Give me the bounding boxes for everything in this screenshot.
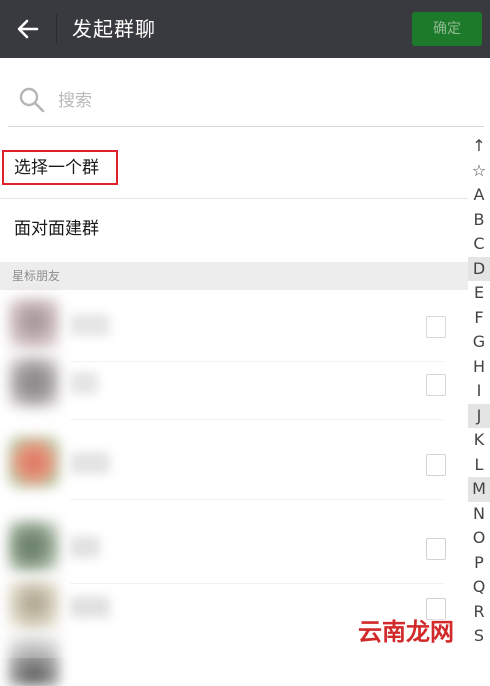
index-item-p[interactable]: P bbox=[468, 551, 490, 576]
select-group-option[interactable]: 选择一个群 bbox=[0, 138, 468, 199]
section-header-starred: 星标朋友 bbox=[0, 262, 468, 290]
avatar bbox=[8, 356, 60, 408]
watermark: 云南龙网 bbox=[358, 618, 454, 646]
index-item-l[interactable]: L bbox=[468, 453, 490, 478]
index-item-b[interactable]: B bbox=[468, 208, 490, 233]
face-to-face-label: 面对面建群 bbox=[14, 219, 99, 239]
index-item-r[interactable]: R bbox=[468, 600, 490, 625]
index-item-o[interactable]: O bbox=[468, 526, 490, 551]
select-checkbox[interactable] bbox=[426, 538, 446, 560]
index-item-e[interactable]: E bbox=[468, 281, 490, 306]
avatar bbox=[8, 298, 60, 350]
contact-row[interactable] bbox=[0, 348, 446, 420]
index-item-q[interactable]: Q bbox=[468, 575, 490, 600]
select-checkbox[interactable] bbox=[426, 374, 446, 396]
avatar bbox=[8, 580, 60, 632]
contact-name-blurred bbox=[70, 452, 110, 474]
title-divider bbox=[56, 14, 57, 44]
avatar bbox=[8, 436, 60, 488]
index-item-s[interactable]: S bbox=[468, 624, 490, 649]
index-item-up[interactable]: ↑ bbox=[468, 134, 490, 159]
contact-row[interactable] bbox=[0, 428, 446, 500]
index-item-h[interactable]: H bbox=[468, 355, 490, 380]
select-checkbox[interactable] bbox=[426, 454, 446, 476]
alphabet-index-bar[interactable]: ↑ ☆ A B C D E F G H I J K L M N O P Q R … bbox=[468, 134, 490, 658]
index-item-a[interactable]: A bbox=[468, 183, 490, 208]
index-item-g[interactable]: G bbox=[468, 330, 490, 355]
select-checkbox[interactable] bbox=[426, 316, 446, 338]
search-icon bbox=[19, 87, 45, 113]
avatar bbox=[8, 520, 60, 572]
search-input[interactable] bbox=[56, 84, 460, 118]
search-bar bbox=[8, 78, 484, 127]
confirm-button[interactable]: 确定 bbox=[412, 12, 482, 46]
contact-name-blurred bbox=[70, 314, 110, 336]
index-item-c[interactable]: C bbox=[468, 232, 490, 257]
index-item-i[interactable]: I bbox=[468, 379, 490, 404]
index-item-m[interactable]: M bbox=[468, 477, 490, 502]
contact-name-blurred bbox=[70, 596, 110, 618]
face-to-face-group-option[interactable]: 面对面建群 bbox=[0, 199, 468, 261]
index-item-d[interactable]: D bbox=[468, 256, 490, 281]
index-item-j[interactable]: J bbox=[468, 403, 490, 428]
back-button[interactable] bbox=[0, 0, 56, 58]
contact-name-blurred bbox=[70, 536, 100, 558]
index-item-n[interactable]: N bbox=[468, 502, 490, 527]
index-item-f[interactable]: F bbox=[468, 306, 490, 331]
title-bar: 发起群聊 确定 bbox=[0, 0, 490, 58]
contact-name-blurred bbox=[70, 372, 98, 394]
page-title: 发起群聊 bbox=[72, 17, 156, 41]
index-item-star[interactable]: ☆ bbox=[468, 159, 490, 184]
avatar bbox=[8, 634, 60, 686]
arrow-left-icon bbox=[17, 19, 39, 39]
index-item-k[interactable]: K bbox=[468, 428, 490, 453]
select-group-label: 选择一个群 bbox=[14, 158, 99, 178]
